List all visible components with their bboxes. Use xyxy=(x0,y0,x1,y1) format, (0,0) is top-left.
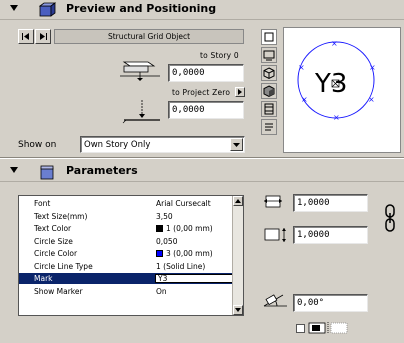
parameter-name: Circle Line Type xyxy=(34,261,93,271)
dropdown-arrow-button[interactable] xyxy=(230,138,243,151)
collapse-triangle-icon[interactable] xyxy=(10,5,18,11)
story-elevation-icon xyxy=(120,61,160,81)
parameter-name: Mark xyxy=(34,274,53,283)
parameter-row[interactable]: Text Size(mm) 3,50 xyxy=(19,211,233,222)
project-zero-input[interactable]: 0,0000 xyxy=(168,101,244,119)
object-name-bar: Structural Grid Object xyxy=(54,29,244,44)
parameter-value[interactable]: 3,50 xyxy=(156,211,173,222)
chevron-up-icon xyxy=(235,199,241,203)
chevron-down-icon xyxy=(235,308,241,312)
previous-icon xyxy=(22,33,29,40)
size-b-icon xyxy=(264,228,286,242)
film-icon xyxy=(264,103,274,115)
symbol-mark-text: Y3 xyxy=(314,69,347,99)
view-elevation-tab[interactable] xyxy=(261,101,277,117)
preview-section-header[interactable]: Preview and Positioning xyxy=(0,0,404,20)
svg-text:×: × xyxy=(368,95,375,104)
grid-marker-preview: × × × × × × Y3 xyxy=(297,39,376,122)
preview-section-icon xyxy=(38,2,56,17)
next-object-button[interactable] xyxy=(35,29,51,44)
parameter-row[interactable]: Show Marker On xyxy=(19,286,233,297)
parameter-row[interactable]: Circle Line Type 1 (Solid Line) xyxy=(19,261,233,272)
rotation-angle-icon xyxy=(263,294,287,307)
parameter-value[interactable]: 3 (0,00 mm) xyxy=(166,248,213,259)
parameter-value[interactable]: 1 (Solid Line) xyxy=(156,261,205,272)
mirror-checkbox[interactable] xyxy=(296,324,305,333)
parameter-value[interactable]: Y3 xyxy=(155,274,235,283)
to-story-label: to Story 0 xyxy=(200,51,239,60)
size-a-input[interactable]: 1,0000 xyxy=(293,194,368,212)
show-on-label: Show on xyxy=(18,140,57,150)
parameter-row[interactable]: Font Arial Cursecalt xyxy=(19,198,233,209)
svg-text:×: × xyxy=(369,63,376,72)
preview-section-title: Preview and Positioning xyxy=(66,2,217,15)
previous-object-button[interactable] xyxy=(18,29,34,44)
parameter-name: Circle Color xyxy=(34,249,78,258)
mirror-icon xyxy=(308,322,348,334)
parameter-name: Text Size(mm) xyxy=(34,211,88,221)
to-project-zero-label: to Project Zero xyxy=(172,88,231,97)
view-3d-tab[interactable] xyxy=(261,65,277,81)
scroll-down-button[interactable] xyxy=(233,305,243,315)
link-ratio-button[interactable] xyxy=(383,198,397,238)
parameters-scrollbar[interactable] xyxy=(232,196,243,315)
parameter-name: Text Color xyxy=(34,224,72,233)
parameters-section-header[interactable]: Parameters xyxy=(0,162,404,182)
parameter-value[interactable]: 1 (0,00 mm) xyxy=(166,223,213,234)
shaded-cube-icon xyxy=(263,85,275,98)
reference-level-button[interactable] xyxy=(235,87,245,97)
monitor-icon xyxy=(263,50,275,61)
parameter-name: Circle Size xyxy=(34,236,73,246)
view-list-tab[interactable] xyxy=(261,119,277,135)
size-b-input[interactable]: 1,0000 xyxy=(293,226,368,244)
svg-text:×: × xyxy=(333,113,340,122)
svg-text:×: × xyxy=(331,39,338,48)
collapse-triangle-icon[interactable] xyxy=(10,167,18,173)
parameter-value[interactable]: On xyxy=(156,286,167,297)
parameter-row[interactable]: Mark Y3 xyxy=(19,273,235,284)
color-swatch xyxy=(156,250,163,257)
chain-link-icon xyxy=(385,204,395,232)
rotation-angle-input[interactable]: 0,00° xyxy=(293,294,368,312)
view-shaded-tab[interactable] xyxy=(261,83,277,99)
parameter-name: Font xyxy=(34,199,51,208)
view-section-tab[interactable] xyxy=(261,47,277,63)
preview-canvas[interactable]: × × × × × × Y3 xyxy=(283,27,401,153)
parameters-list[interactable]: Font Arial Cursecalt Text Size(mm) 3,50 Text… xyxy=(18,195,244,316)
list-icon xyxy=(265,123,273,131)
show-on-dropdown[interactable]: Own Story Only xyxy=(80,136,245,153)
parameters-section-title: Parameters xyxy=(66,164,138,177)
parameter-row[interactable]: Text Color 1 (0,00 mm) xyxy=(19,223,233,234)
parameters-section-icon xyxy=(40,165,54,180)
parameter-name: Show Marker xyxy=(34,286,83,296)
svg-text:×: × xyxy=(298,63,305,72)
parameter-row[interactable]: Circle Color 3 (0,00 mm) xyxy=(19,248,233,259)
project-zero-icon xyxy=(122,100,160,124)
size-a-icon xyxy=(264,195,282,208)
color-swatch xyxy=(156,225,163,232)
chevron-down-icon xyxy=(233,143,240,147)
scroll-up-button[interactable] xyxy=(233,196,243,206)
parameter-row[interactable]: Circle Size 0,050 xyxy=(19,236,233,247)
show-on-value: Own Story Only xyxy=(84,140,151,150)
view-2d-tab[interactable] xyxy=(261,29,277,45)
parameter-value[interactable]: Arial Cursecalt xyxy=(156,198,211,209)
svg-text:×: × xyxy=(301,95,308,104)
next-icon xyxy=(40,33,47,40)
arrow-right-icon xyxy=(238,89,242,95)
parameter-value[interactable]: 0,050 xyxy=(156,236,177,247)
cube-icon xyxy=(263,67,275,80)
story-elevation-input[interactable]: 0,0000 xyxy=(168,64,244,82)
square-icon xyxy=(264,32,274,42)
section-separator xyxy=(0,157,404,159)
